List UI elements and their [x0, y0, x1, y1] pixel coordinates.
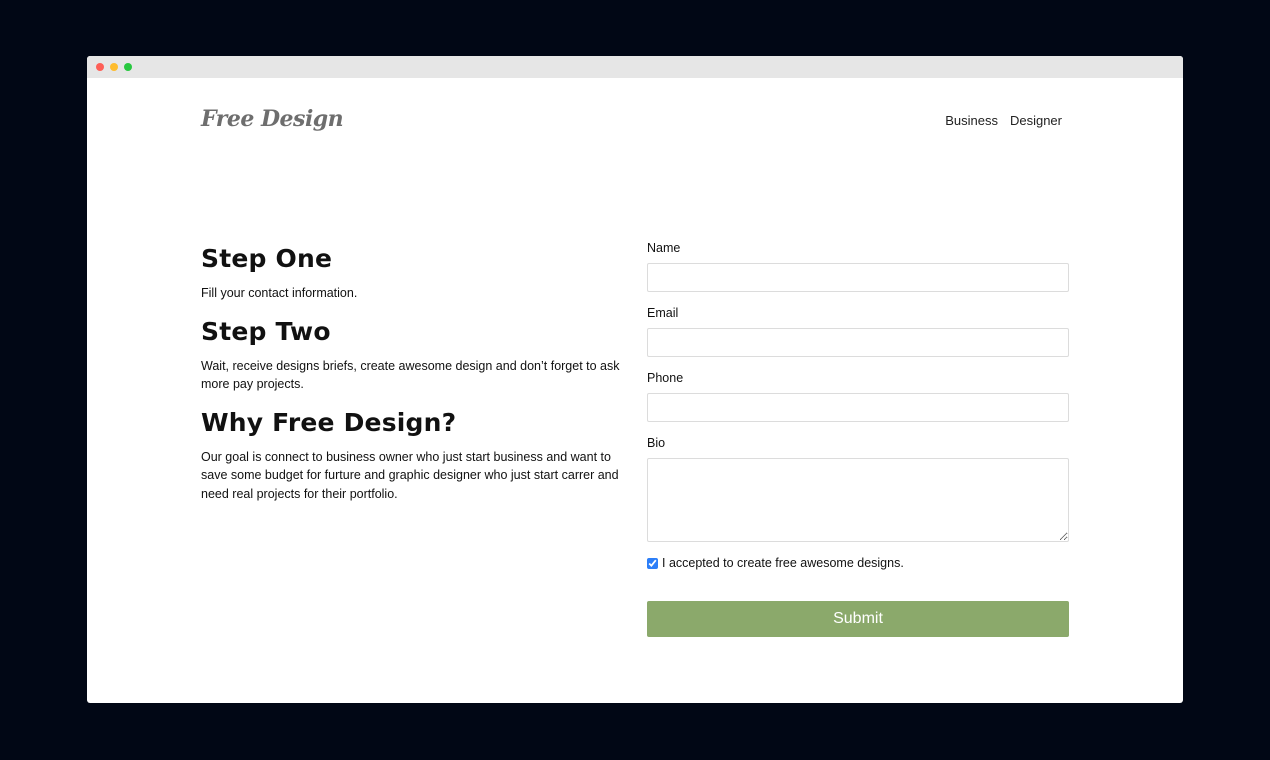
step-one-heading: Step One [201, 244, 333, 273]
accept-label[interactable]: I accepted to create free awesome design… [662, 556, 904, 570]
name-label: Name [647, 241, 681, 255]
info-section: Step One Fill your contact information. … [201, 242, 621, 515]
signup-form: Name Email Phone Bio I accepted to creat… [647, 241, 1069, 637]
site-logo[interactable]: Free Design [201, 106, 344, 132]
top-nav: Business Designer [945, 113, 1062, 128]
bio-label: Bio [647, 436, 666, 450]
step-two-text: Wait, receive designs briefs, create awe… [201, 358, 620, 392]
step-one-text: Fill your contact information. [201, 286, 358, 300]
email-input[interactable] [647, 328, 1069, 357]
bio-textarea[interactable] [647, 458, 1069, 542]
accept-row: I accepted to create free awesome design… [647, 556, 1069, 570]
minimize-window-icon[interactable] [110, 63, 118, 71]
accept-checkbox[interactable] [647, 557, 658, 569]
name-input[interactable] [647, 263, 1069, 292]
browser-window: Free Design Business Designer Step One F… [87, 56, 1183, 703]
nav-link-business[interactable]: Business [945, 113, 998, 128]
step-two-heading: Step Two [201, 316, 331, 346]
window-titlebar [87, 56, 1183, 78]
submit-button[interactable]: Submit [647, 601, 1069, 637]
why-text: Our goal is connect to business owner wh… [201, 449, 619, 501]
why-heading: Why Free Design? [201, 407, 457, 437]
page-content: Free Design Business Designer Step One F… [87, 78, 1183, 703]
close-window-icon[interactable] [96, 63, 104, 71]
phone-label: Phone [647, 371, 684, 385]
phone-input[interactable] [647, 393, 1069, 422]
maximize-window-icon[interactable] [124, 63, 132, 71]
email-label: Email [647, 306, 679, 320]
nav-link-designer[interactable]: Designer [1010, 113, 1062, 128]
